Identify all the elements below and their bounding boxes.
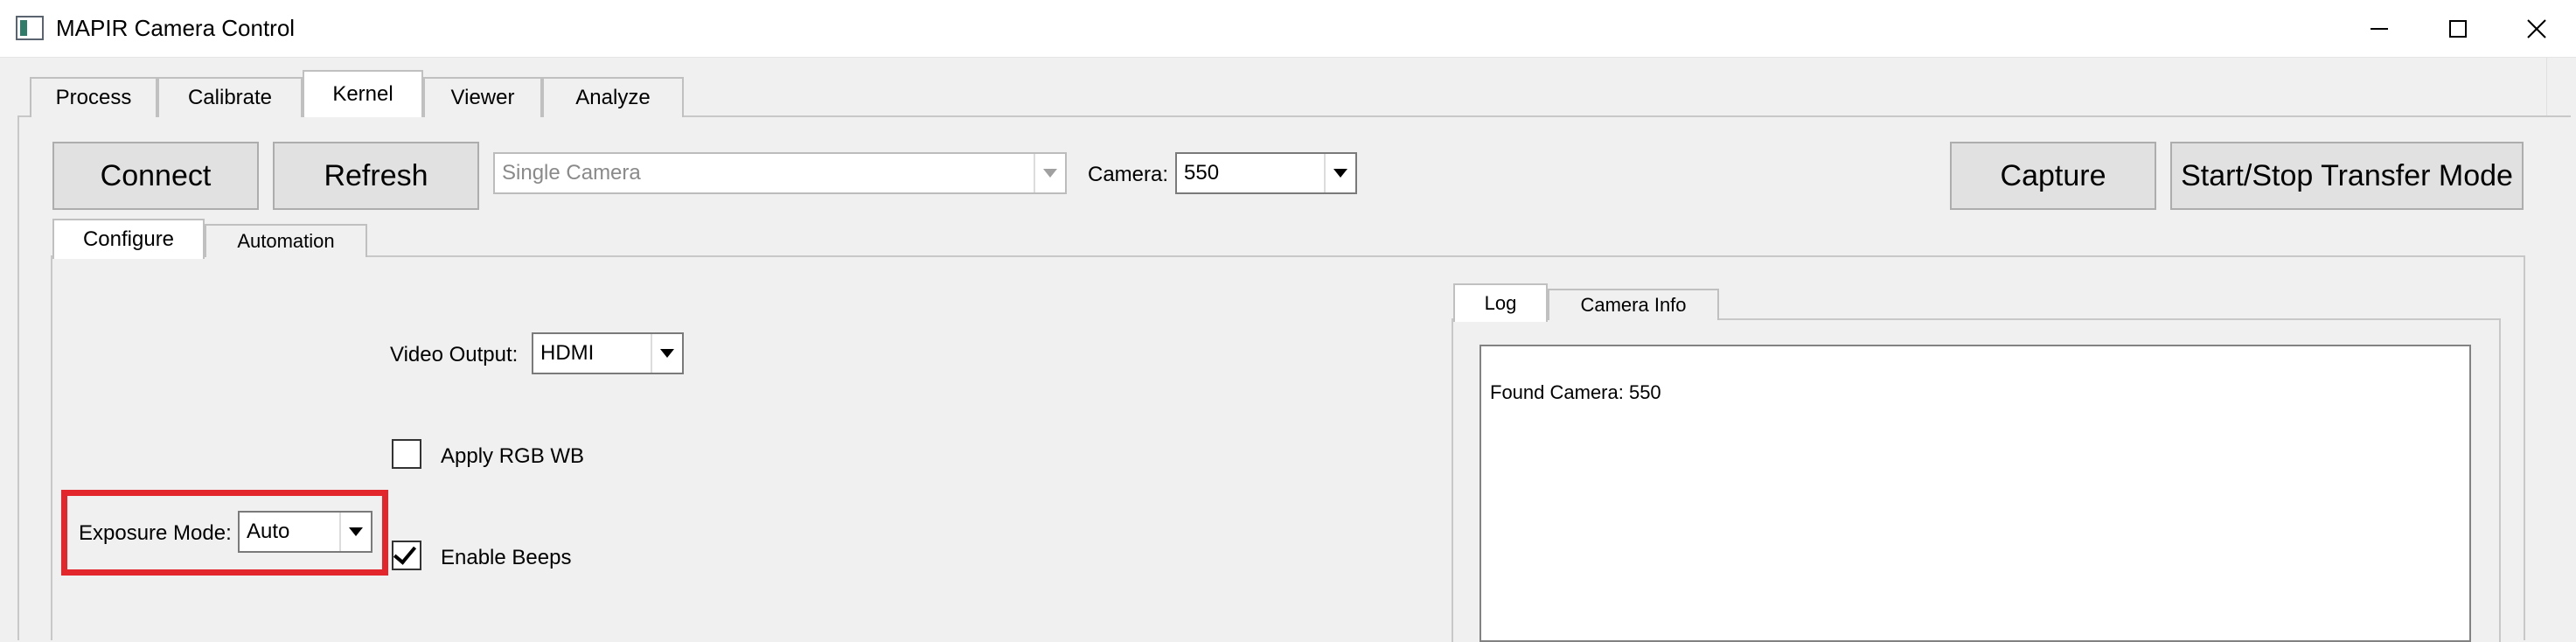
apply-rgb-wb-checkbox[interactable]	[392, 439, 421, 469]
close-button[interactable]	[2497, 0, 2576, 58]
tab-calibrate[interactable]: Calibrate	[157, 77, 303, 117]
close-icon	[2527, 19, 2546, 38]
tab-camera-info[interactable]: Camera Info	[1548, 289, 1719, 320]
maximize-icon	[2449, 20, 2467, 38]
window-title: MAPIR Camera Control	[56, 15, 296, 41]
capture-button[interactable]: Capture	[1950, 142, 2156, 210]
title-bar: MAPIR Camera Control	[0, 0, 2576, 58]
refresh-button[interactable]: Refresh	[273, 142, 479, 210]
chevron-down-icon	[1324, 154, 1355, 192]
video-output-label: Video Output:	[390, 343, 519, 366]
maximize-button[interactable]	[2419, 0, 2497, 58]
app-icon	[16, 16, 44, 40]
checkmark-icon	[393, 541, 417, 565]
camera-mode-value: Single Camera	[502, 161, 641, 185]
connect-button[interactable]: Connect	[52, 142, 259, 210]
enable-beeps-label: Enable Beeps	[441, 546, 572, 569]
chevron-down-icon	[651, 334, 682, 373]
minimize-icon	[2371, 28, 2388, 30]
enable-beeps-checkbox[interactable]	[392, 541, 421, 570]
tab-kernel[interactable]: Kernel	[303, 70, 423, 117]
tab-viewer[interactable]: Viewer	[423, 77, 542, 117]
camera-mode-select[interactable]: Single Camera	[493, 152, 1067, 194]
tab-process[interactable]: Process	[30, 77, 157, 117]
tab-log[interactable]: Log	[1453, 283, 1548, 322]
minimize-button[interactable]	[2340, 0, 2419, 58]
tab-automation[interactable]: Automation	[205, 224, 367, 257]
start-stop-transfer-mode-button[interactable]: Start/Stop Transfer Mode	[2170, 142, 2524, 210]
tab-analyze[interactable]: Analyze	[542, 77, 684, 117]
chevron-down-icon	[1034, 154, 1065, 192]
camera-select-value: 550	[1184, 161, 1220, 185]
video-output-select[interactable]: HDMI	[532, 332, 684, 374]
tab-configure[interactable]: Configure	[52, 219, 205, 259]
camera-label: Camera:	[1088, 163, 1169, 186]
log-entry: Found Camera: 550	[1490, 381, 1661, 403]
highlight-box	[61, 490, 388, 576]
camera-select[interactable]: 550	[1175, 152, 1357, 194]
apply-rgb-wb-label: Apply RGB WB	[441, 444, 585, 468]
video-output-value: HDMI	[540, 341, 595, 365]
